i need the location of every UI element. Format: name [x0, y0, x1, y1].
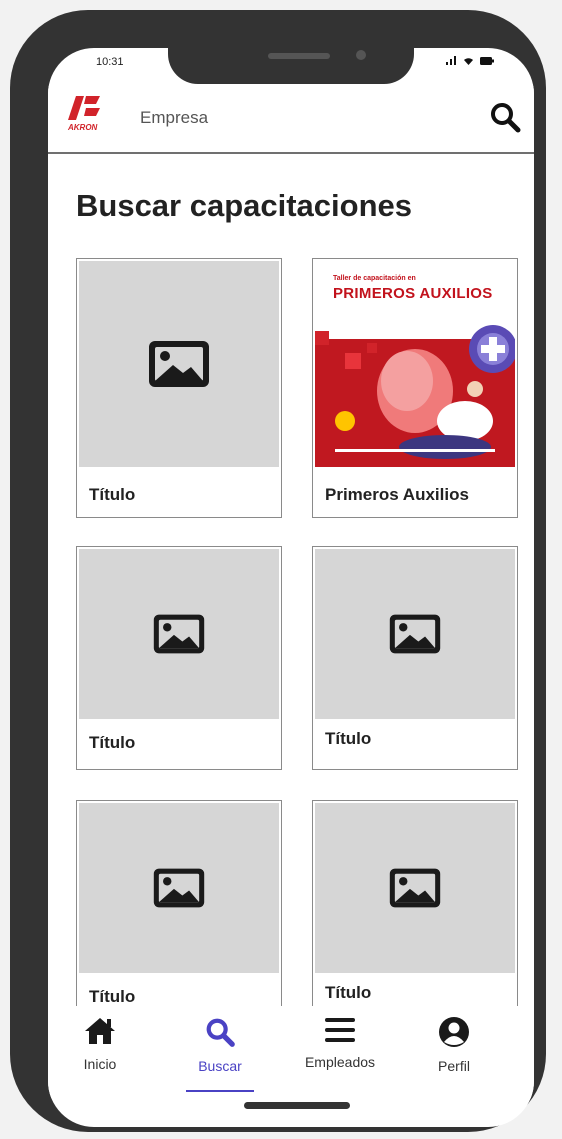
company-name: Empresa [140, 108, 209, 127]
logo-text: AKRON [67, 123, 98, 132]
course-title: Título [89, 987, 136, 1006]
nav-label-inicio: Inicio [83, 1056, 117, 1072]
image-placeholder [315, 549, 515, 719]
poster-subtitle: Taller de capacitación en [333, 275, 416, 282]
image-icon [149, 341, 209, 387]
akron-logo: AKRON [66, 96, 112, 132]
course-grid: Título Taller de capacitación en PRIMERO… [76, 258, 526, 1006]
course-card[interactable]: Título [312, 800, 518, 1006]
header-search-icon[interactable] [488, 100, 522, 134]
course-title: Título [325, 729, 372, 748]
course-card[interactable]: Título [76, 546, 282, 770]
nav-item-empleados[interactable]: Empleados [290, 1016, 390, 1096]
home-icon [85, 1018, 115, 1044]
course-card[interactable]: Título [76, 800, 282, 1006]
image-placeholder [79, 803, 279, 973]
list-icon [325, 1018, 355, 1042]
signal-icon [446, 56, 457, 65]
search-icon [206, 1018, 235, 1047]
active-tab-indicator [186, 1090, 254, 1092]
speaker [268, 53, 330, 59]
course-card-primeros-auxilios[interactable]: Taller de capacitación en PRIMEROS AUXIL… [312, 258, 518, 518]
nav-label-perfil: Perfil [438, 1058, 470, 1074]
image-placeholder [79, 549, 279, 719]
page-title: Buscar capacitaciones [76, 188, 413, 223]
battery-icon [480, 57, 494, 65]
camera [356, 50, 366, 60]
course-title: Primeros Auxilios [325, 485, 469, 504]
course-card[interactable]: Título [76, 258, 282, 518]
status-icons [446, 54, 494, 68]
nav-item-buscar[interactable]: Buscar [170, 1016, 270, 1096]
home-indicator [244, 1102, 350, 1109]
image-icon [389, 868, 441, 908]
phone-screen: 10:31 AKRON Empresa Buscar capacitacione… [48, 48, 534, 1127]
poster-title: PRIMEROS AUXILIOS [333, 285, 493, 302]
phone-frame: 10:31 AKRON Empresa Buscar capacitacione… [10, 10, 546, 1132]
nav-label-empleados: Empleados [304, 1054, 376, 1070]
nav-label-buscar: Buscar [198, 1058, 242, 1074]
image-placeholder [79, 261, 279, 467]
wifi-icon [463, 58, 473, 65]
nav-item-inicio[interactable]: Inicio [50, 1016, 150, 1096]
image-placeholder [315, 803, 515, 973]
bottom-nav: Inicio Buscar Empleados Perfil [48, 1008, 534, 1098]
course-title: Título [325, 983, 372, 1002]
image-icon [153, 868, 205, 908]
course-card[interactable]: Título [312, 546, 518, 770]
phone-notch [168, 48, 414, 84]
image-icon [153, 614, 205, 654]
status-time: 10:31 [96, 56, 124, 68]
image-icon [389, 614, 441, 654]
nav-item-perfil[interactable]: Perfil [404, 1016, 504, 1096]
course-title: Título [89, 485, 136, 504]
course-title: Título [89, 733, 136, 752]
app-header: AKRON Empresa [48, 86, 534, 154]
profile-icon [439, 1017, 469, 1047]
course-poster: Taller de capacitación en PRIMEROS AUXIL… [315, 261, 515, 467]
